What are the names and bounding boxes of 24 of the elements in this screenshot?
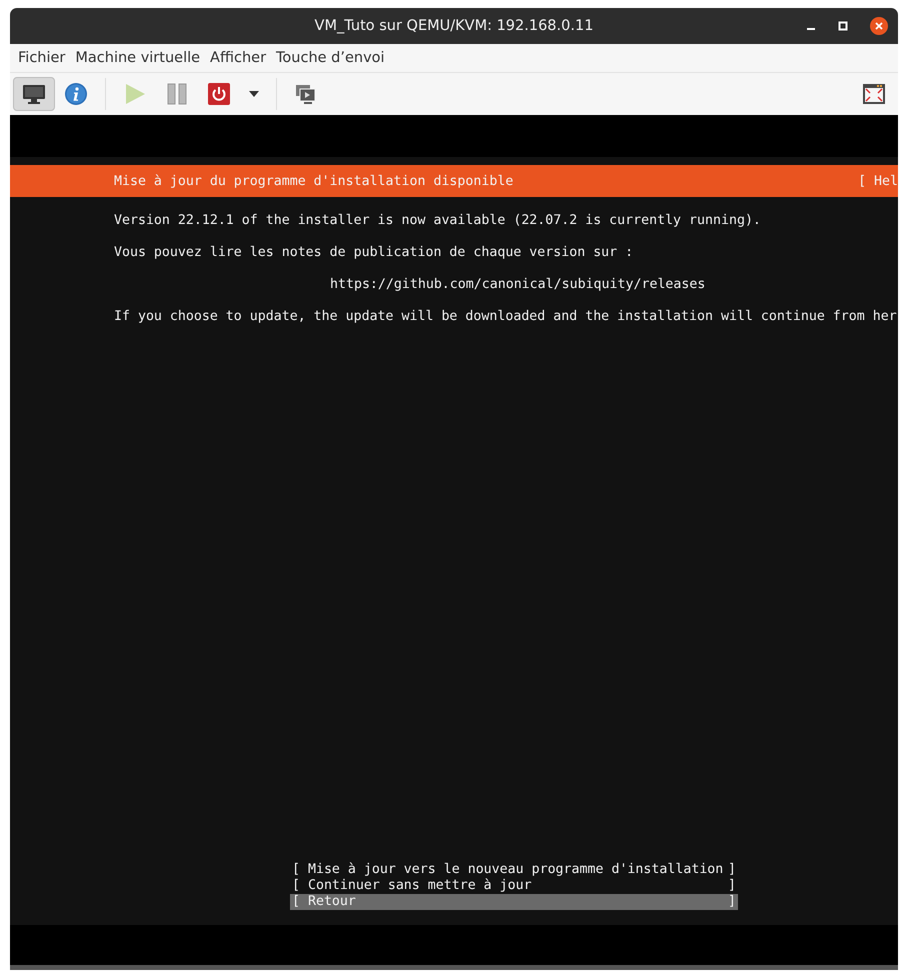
close-icon[interactable] [870, 17, 888, 35]
body-text: Vous pouvez lire les notes de publication de chaque version sur : [113, 245, 634, 261]
menu-item[interactable]: Fichier [14, 50, 70, 66]
menu-option[interactable]: [ Mise à jour vers le nouveau programme d'installation ] [290, 862, 738, 878]
power-icon [207, 82, 231, 106]
menu-item[interactable]: Touche d’envoi [272, 50, 389, 66]
menu-option[interactable]: [ Retour ] [290, 894, 738, 910]
screens-icon [294, 82, 318, 106]
window-title: VM_Tuto sur QEMU/KVM: 192.168.0.11 [314, 18, 594, 34]
menu-item[interactable]: Afficher [206, 50, 270, 66]
fullscreen-icon [862, 83, 886, 105]
header-title: Mise à jour du programme d'installation disponible [114, 174, 514, 188]
info-icon [64, 82, 88, 106]
body-text: Version 22.12.1 of the installer is now available (22.07.2 is currently running). [113, 213, 762, 229]
monitor-icon [22, 83, 46, 105]
monitor-button[interactable] [13, 77, 55, 111]
play-icon [124, 82, 146, 106]
caret-icon [248, 90, 260, 98]
menu-item[interactable]: Machine virtuelle [71, 50, 204, 66]
body-text: https://github.com/canonical/subiquity/releases [329, 277, 706, 293]
maximize-icon[interactable] [838, 21, 848, 31]
menu-option[interactable]: [ Continuer sans mettre à jour ] [290, 878, 738, 894]
body-text: If you choose to update, the update will be downloaded and the installation will continue from her [113, 309, 898, 325]
pause-icon [166, 82, 188, 106]
